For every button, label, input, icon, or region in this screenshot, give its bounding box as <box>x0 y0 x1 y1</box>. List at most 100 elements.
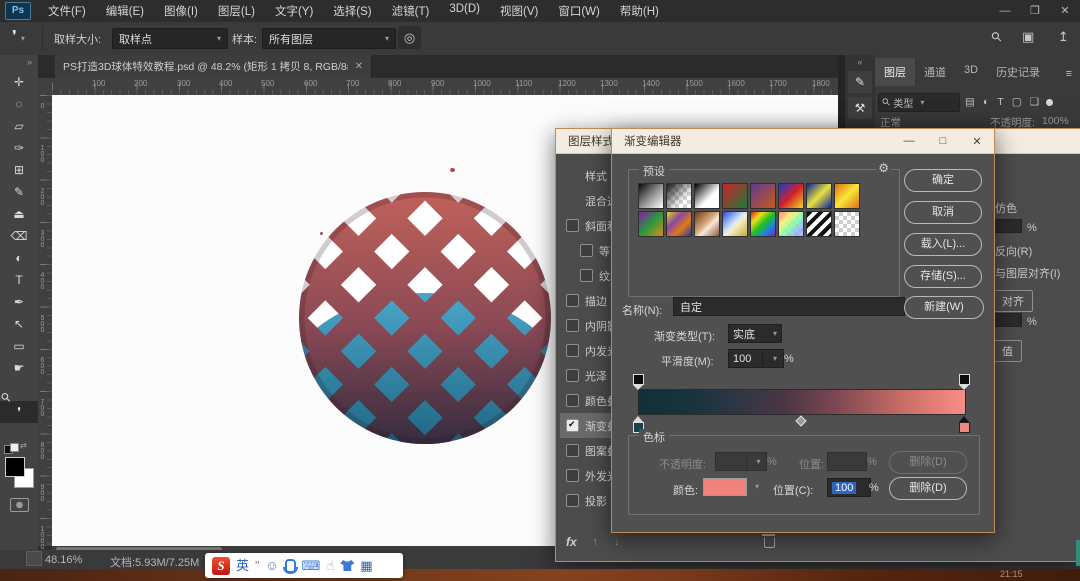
minimize-button[interactable]: — <box>990 1 1020 21</box>
copper[interactable] <box>694 211 720 237</box>
close-button[interactable]: ✕ <box>1050 1 1080 21</box>
swap-colors-icon[interactable]: ⇄ <box>4 443 26 453</box>
shape-layer-filter-icon[interactable]: ▢ <box>1012 96 1022 108</box>
document-size-info[interactable]: 文档:5.93M/7.25M <box>110 554 199 570</box>
fx-icon[interactable]: fx <box>566 535 577 549</box>
foreground-to-transparent[interactable] <box>666 183 692 209</box>
punctuation-icon[interactable]: ” <box>255 559 259 572</box>
menu-item[interactable]: 3D(D) <box>440 0 489 22</box>
quick-selection-tool[interactable]: ✑ <box>0 137 38 159</box>
menu-item[interactable]: 图像(I) <box>155 0 207 22</box>
foreground-color-swatch[interactable] <box>5 457 25 477</box>
stop-color-swatch[interactable] <box>703 478 747 496</box>
close-tab-icon[interactable]: ✕ <box>355 61 363 72</box>
pixel-layer-filter-icon[interactable]: ▤ <box>965 96 975 108</box>
filter-toggle-icon[interactable] <box>1046 99 1053 106</box>
delete-effect-icon[interactable] <box>764 537 775 548</box>
gradient-type-select[interactable]: 实底▾ <box>728 324 782 343</box>
menu-item[interactable]: 文件(F) <box>39 0 95 22</box>
blue-yellow-blue[interactable] <box>806 183 832 209</box>
checkbox[interactable] <box>566 469 579 482</box>
menu-item[interactable]: 帮助(H) <box>611 0 668 22</box>
workspace-icon[interactable]: ▣ <box>1022 29 1034 45</box>
tool-panels-icon[interactable]: ⚒ <box>848 97 872 119</box>
opacity-value[interactable]: 100% <box>1042 115 1069 127</box>
menu-item[interactable]: 图层(L) <box>209 0 264 22</box>
move-tool[interactable]: ✛ <box>0 71 38 93</box>
menu-item[interactable]: 选择(S) <box>324 0 380 22</box>
sample-select[interactable]: 所有图层▾ <box>262 28 396 49</box>
layer-filter-select[interactable]: ⚲ 类型 ▾ <box>878 93 960 112</box>
tab-history[interactable]: 历史记录 <box>987 58 1049 86</box>
checkbox[interactable] <box>566 319 579 332</box>
smoothness-dropdown[interactable]: ▾ <box>762 349 784 368</box>
brush-tool[interactable]: ✎ <box>0 181 38 203</box>
toolbox-icon[interactable]: ▦ <box>360 559 372 572</box>
gradient-preview[interactable] <box>638 389 966 415</box>
move-effect-down-icon[interactable]: ↓ <box>614 536 620 548</box>
gear-icon[interactable]: ⚙ <box>876 161 891 175</box>
checkbox[interactable] <box>566 444 579 457</box>
pen-tool[interactable]: ✒ <box>0 291 38 313</box>
marquee-tool[interactable]: ◌ <box>0 93 38 115</box>
handwriting-icon[interactable]: ☝ <box>326 559 334 572</box>
dodge-tool[interactable]: ◐ <box>0 247 38 269</box>
menu-item[interactable]: 编辑(E) <box>97 0 153 22</box>
quick-mask-icon[interactable] <box>10 498 29 512</box>
sogou-logo-icon[interactable]: S <box>212 557 230 575</box>
move-effect-up-icon[interactable]: ↑ <box>593 536 599 548</box>
tab-layers[interactable]: 图层 <box>875 58 915 86</box>
skin-icon[interactable] <box>340 560 354 571</box>
checkbox[interactable] <box>566 294 579 307</box>
checkbox[interactable] <box>580 269 593 282</box>
document-tab[interactable]: PS打造3D球体特效教程.psd @ 48.2% (矩形 1 拷贝 8, RGB… <box>55 55 372 78</box>
chevron-down-icon[interactable]: ▾ <box>755 482 759 491</box>
tab-channels[interactable]: 通道 <box>915 58 955 86</box>
new-button[interactable]: 新建(W) <box>904 296 984 319</box>
clone-stamp-tool[interactable]: ⏏ <box>0 203 38 225</box>
sampling-ring-toggle[interactable]: ◎ <box>398 26 421 49</box>
menu-item[interactable]: 视图(V) <box>491 0 547 22</box>
type-tool[interactable]: T <box>0 269 38 291</box>
cancel-button[interactable]: 取消 <box>904 201 982 224</box>
checkbox[interactable] <box>566 419 579 432</box>
ok-button[interactable]: 确定 <box>904 169 982 192</box>
restore-button[interactable]: ❐ <box>1020 1 1050 21</box>
stop-position2-field[interactable]: 100 <box>827 478 871 497</box>
chrome-blue-gold[interactable] <box>722 211 748 237</box>
lang-icon[interactable]: 英 <box>236 559 249 572</box>
red-green[interactable] <box>722 183 748 209</box>
path-selection-tool[interactable]: ↖ <box>0 313 38 335</box>
menu-item[interactable]: 窗口(W) <box>549 0 609 22</box>
delete-color-stop-button[interactable]: 删除(D) <box>889 477 967 500</box>
tab-3d[interactable]: 3D <box>955 58 987 86</box>
checkbox[interactable] <box>580 244 593 257</box>
keyboard-icon[interactable]: ⌨ <box>302 559 321 572</box>
adjustment-layer-filter-icon[interactable]: ◐ <box>983 96 989 108</box>
orange-yellow-orange[interactable] <box>834 183 860 209</box>
purple-green-orange[interactable] <box>638 211 664 237</box>
stripes[interactable] <box>806 211 832 237</box>
black-white[interactable] <box>638 183 664 209</box>
emoji-icon[interactable]: ☺ <box>265 559 278 572</box>
sample-size-select[interactable]: 取样点▾ <box>112 28 228 49</box>
checkbox[interactable] <box>566 394 579 407</box>
gradient-name-input[interactable] <box>673 297 905 316</box>
minimize-button[interactable]: — <box>892 135 926 148</box>
shape-tool[interactable]: ▭ <box>0 335 38 357</box>
chevron-down-icon[interactable]: ▾ <box>21 34 25 43</box>
checkbox[interactable] <box>566 344 579 357</box>
checkbox[interactable] <box>566 219 579 232</box>
load-button[interactable]: 载入(L)... <box>904 233 982 256</box>
close-button[interactable]: ✕ <box>960 135 994 148</box>
eraser-tool[interactable]: ⌫ <box>0 225 38 247</box>
yellow-violet-orange-blue[interactable] <box>666 211 692 237</box>
brush-settings-panel-icon[interactable]: ✎ <box>848 71 872 93</box>
type-layer-filter-icon[interactable]: T <box>997 96 1003 108</box>
neutral-density[interactable] <box>834 211 860 237</box>
spectrum[interactable] <box>750 211 776 237</box>
smart-object-filter-icon[interactable]: ❏ <box>1030 96 1039 108</box>
panel-menu-icon[interactable]: ≡ <box>1058 62 1080 86</box>
checkbox[interactable] <box>566 494 579 507</box>
menu-item[interactable]: 滤镜(T) <box>383 0 439 22</box>
